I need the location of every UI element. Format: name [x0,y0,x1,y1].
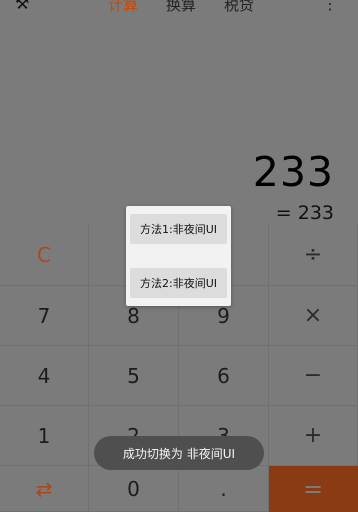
mode-popup-menu: 方法1:非夜间UI 方法2:非夜间UI [126,206,231,306]
key-1[interactable]: 1 [0,406,89,466]
key-subtract[interactable]: − [269,346,358,406]
key-decimal[interactable]: . [179,466,269,512]
key-6[interactable]: 6 [179,346,269,406]
key-0[interactable]: 0 [89,466,179,512]
toast-message: 成功切换为 非夜间UI [94,436,264,470]
result-text: = 233 [275,202,334,224]
more-vertical-icon[interactable]: ⋮ [322,0,338,13]
key-multiply[interactable]: × [269,286,358,346]
key-7[interactable]: 7 [0,286,89,346]
key-4[interactable]: 4 [0,346,89,406]
option-method-1[interactable]: 方法1:非夜间UI [130,214,227,244]
tab-calculate[interactable]: 计算 [108,0,138,15]
tab-convert[interactable]: 换算 [166,0,196,15]
tab-tax-loan[interactable]: 税贷 [224,0,254,15]
expression-text: 233 [252,148,334,196]
key-equals[interactable]: = [269,466,358,512]
calculator-display: 233 = 233 [0,16,358,224]
key-clear[interactable]: C [0,224,89,286]
key-switch[interactable]: ⇄ [0,466,89,512]
key-divide[interactable]: ÷ [269,224,358,286]
settings-wrench-icon[interactable]: ⚒ [15,0,29,13]
top-bar: ⚒ 计算 换算 税贷 ⋮ [0,0,358,16]
key-add[interactable]: + [269,406,358,466]
key-5[interactable]: 5 [89,346,179,406]
option-method-2[interactable]: 方法2:非夜间UI [130,268,227,298]
